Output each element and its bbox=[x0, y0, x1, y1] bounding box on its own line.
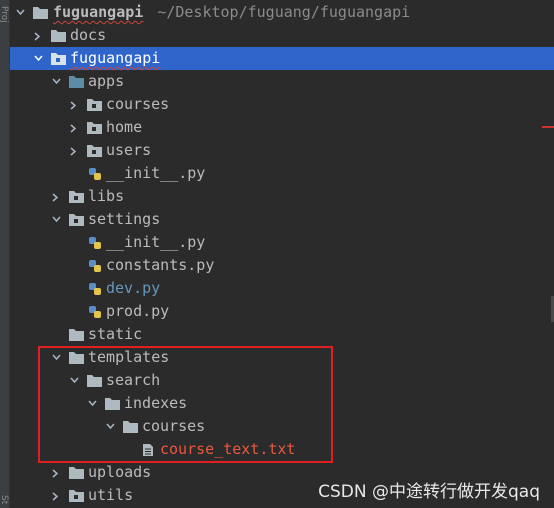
folder-icon bbox=[69, 466, 84, 479]
tree-label-root: fuguangapi bbox=[53, 3, 144, 21]
tree-row-courses[interactable]: courses bbox=[10, 93, 554, 116]
package-folder-icon bbox=[87, 98, 102, 111]
highlight-box bbox=[38, 346, 333, 463]
tree-root-path: ~/Desktop/fuguang/fuguangapi bbox=[157, 3, 411, 21]
scrollbar[interactable] bbox=[542, 0, 554, 508]
tree-row-settings-init[interactable]: __init__.py bbox=[10, 231, 554, 254]
watermark: CSDN @中途转行做开发qaq bbox=[318, 482, 540, 502]
tree-row-users[interactable]: users bbox=[10, 139, 554, 162]
tree-row-prod[interactable]: prod.py bbox=[10, 300, 554, 323]
chevron-down-icon[interactable] bbox=[52, 78, 61, 85]
python-file-icon bbox=[88, 259, 102, 272]
chevron-right-icon[interactable] bbox=[52, 193, 59, 202]
chevron-right-icon[interactable] bbox=[52, 492, 59, 501]
project-tool-strip[interactable]: Proj St bbox=[0, 0, 10, 508]
chevron-right-icon[interactable] bbox=[52, 469, 59, 478]
package-folder-icon bbox=[87, 144, 102, 157]
folder-icon bbox=[69, 328, 84, 341]
chevron-right-icon[interactable] bbox=[70, 147, 77, 156]
project-tool-label[interactable]: Proj bbox=[0, 6, 9, 23]
tree-row-root[interactable]: fuguangapi ~/Desktop/fuguang/fuguangapi bbox=[10, 1, 554, 24]
tree-label-dev: dev.py bbox=[106, 279, 161, 297]
python-file-icon bbox=[88, 282, 102, 295]
tree-label-prod: prod.py bbox=[106, 302, 170, 320]
tree-label-uploads: uploads bbox=[88, 463, 152, 481]
tree-row-constants[interactable]: constants.py bbox=[10, 254, 554, 277]
python-file-icon bbox=[88, 305, 102, 318]
package-folder-icon bbox=[69, 489, 84, 502]
tree-row-apps-init[interactable]: __init__.py bbox=[10, 162, 554, 185]
tree-row-libs[interactable]: libs bbox=[10, 185, 554, 208]
chevron-down-icon[interactable] bbox=[52, 216, 61, 223]
package-folder-icon bbox=[69, 190, 84, 203]
chevron-down-icon[interactable] bbox=[34, 55, 43, 62]
tree-row-static[interactable]: static bbox=[10, 323, 554, 346]
chevron-right-icon[interactable] bbox=[70, 101, 77, 110]
tree-label-apps-init: __init__.py bbox=[106, 164, 206, 182]
chevron-right-icon[interactable] bbox=[70, 124, 77, 133]
error-marker bbox=[542, 126, 554, 128]
package-folder-icon bbox=[51, 52, 66, 65]
tree-label-constants: constants.py bbox=[106, 256, 215, 274]
package-folder-icon bbox=[87, 121, 102, 134]
tree-label-settings-init: __init__.py bbox=[106, 233, 206, 251]
tree-row-docs[interactable]: docs bbox=[10, 24, 554, 47]
tree-label-courses: courses bbox=[106, 95, 170, 113]
tree-row-home[interactable]: home bbox=[10, 116, 554, 139]
python-file-icon bbox=[88, 236, 102, 249]
tree-label-fuguangapi: fuguangapi bbox=[70, 49, 161, 67]
structure-tool-label[interactable]: St bbox=[0, 495, 9, 504]
folder-icon bbox=[51, 29, 66, 42]
tree-label-settings: settings bbox=[88, 210, 161, 228]
tree-row-dev[interactable]: dev.py bbox=[10, 277, 554, 300]
folder-icon bbox=[33, 6, 48, 19]
python-file-icon bbox=[88, 167, 102, 180]
source-folder-icon bbox=[69, 75, 84, 88]
chevron-right-icon[interactable] bbox=[34, 32, 41, 41]
package-folder-icon bbox=[69, 213, 84, 226]
tree-row-fuguangapi-package[interactable]: fuguangapi bbox=[10, 47, 554, 70]
tree-label-users: users bbox=[106, 141, 152, 159]
chevron-down-icon[interactable] bbox=[16, 9, 25, 16]
tree-row-apps[interactable]: apps bbox=[10, 70, 554, 93]
tree-label-home: home bbox=[106, 118, 143, 136]
tree-row-settings[interactable]: settings bbox=[10, 208, 554, 231]
tree-label-utils: utils bbox=[88, 486, 134, 504]
tree-label-docs: docs bbox=[70, 26, 107, 44]
tree-label-static: static bbox=[88, 325, 143, 343]
tree-label-apps: apps bbox=[88, 72, 125, 90]
tree-label-libs: libs bbox=[88, 187, 125, 205]
